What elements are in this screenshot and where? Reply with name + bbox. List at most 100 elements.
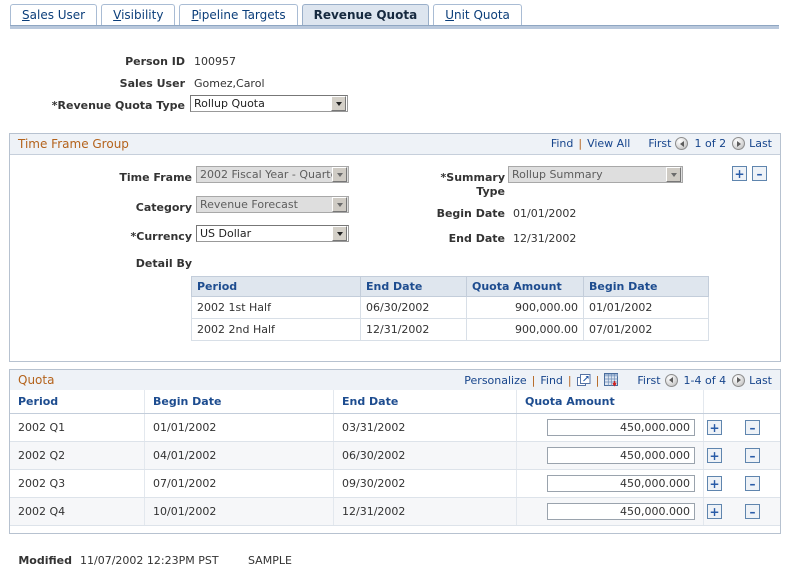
quota-last-link[interactable]: Last (749, 374, 772, 387)
quota-panel-header: Quota Personalize | Find | | First 1-4 o… (10, 370, 780, 391)
tab-sales-user[interactable]: Sales User (10, 4, 98, 26)
quota-cell-period: 2002 Q3 (10, 469, 145, 498)
modified-label: Modified (18, 554, 72, 567)
quota-cell-end-date: 03/31/2002 (333, 413, 517, 442)
quota-first-link[interactable]: First (637, 374, 660, 387)
quota-cell-add: + (703, 469, 742, 498)
plus-icon: + (709, 420, 720, 435)
table-row: 2002 Q4 10/01/2002 12/31/2002 + – (10, 497, 780, 526)
table-row: 2002 1st Half 06/30/2002 900,000.00 01/0… (191, 296, 709, 319)
time-frame-view-all-link[interactable]: View All (587, 137, 630, 150)
detail-cell-period: 2002 1st Half (191, 296, 361, 319)
tab-revenue-quota[interactable]: Revenue Quota (301, 4, 430, 26)
quota-cell-add: + (703, 413, 742, 442)
time-frame-pager: First 1 of 2 Last (648, 137, 772, 150)
quota-cell-delete: – (742, 413, 780, 442)
revenue-quota-type-label: *Revenue Quota Type (51, 99, 185, 112)
quota-cell-quota-amount (516, 469, 704, 498)
tab-unit-quota[interactable]: Unit Quota (433, 4, 522, 26)
table-row: 2002 Q2 04/01/2002 06/30/2002 + – (10, 441, 780, 470)
quota-cell-end-date: 12/31/2002 (333, 497, 517, 526)
delete-quota-row-button[interactable]: – (745, 476, 760, 491)
summary-type-select[interactable]: Rollup Summary (508, 166, 683, 183)
minus-icon: – (749, 420, 756, 435)
chevron-down-icon[interactable] (331, 96, 346, 111)
revenue-quota-type-value: Rollup Quota (194, 97, 265, 110)
time-frame-group-header: Time Frame Group Find | View All First 1… (10, 134, 780, 155)
delete-quota-row-button[interactable]: – (745, 448, 760, 463)
sales-user-value: Gomez,Carol (194, 77, 265, 90)
toolbar-separator: | (578, 137, 583, 150)
tab-visibility-label: isibility (121, 8, 164, 22)
time-frame-last-link[interactable]: Last (749, 137, 772, 150)
delete-time-frame-group-button[interactable]: – (752, 166, 767, 181)
expand-window-icon[interactable] (576, 373, 591, 387)
tab-sales-user-label: ales User (29, 8, 86, 22)
minus-icon: – (749, 504, 756, 519)
time-frame-select[interactable]: 2002 Fiscal Year - Quarterly (196, 166, 349, 183)
add-quota-row-button[interactable]: + (707, 504, 722, 519)
time-frame-group-toolbar: Find | View All First 1 of 2 Last (551, 137, 772, 150)
tab-unit-quota-accel: U (445, 8, 454, 22)
detail-by-label: Detail By (135, 257, 192, 270)
begin-date-label: Begin Date (436, 207, 505, 220)
download-spreadsheet-icon[interactable] (604, 373, 619, 387)
quota-counter: 1-4 of 4 (683, 373, 727, 387)
quota-find-link[interactable]: Find (540, 374, 563, 387)
currency-select[interactable]: US Dollar (196, 225, 349, 242)
quota-cell-period: 2002 Q4 (10, 497, 145, 526)
quota-cell-begin-date: 01/01/2002 (144, 413, 334, 442)
quota-amount-input[interactable] (547, 503, 695, 520)
quota-cell-end-date: 09/30/2002 (333, 469, 517, 498)
time-frame-label: Time Frame (119, 171, 192, 184)
quota-amount-input[interactable] (547, 447, 695, 464)
quota-cell-add: + (703, 441, 742, 470)
chevron-down-icon[interactable] (666, 167, 681, 182)
plus-icon: + (709, 504, 720, 519)
add-time-frame-group-button[interactable]: + (732, 166, 747, 181)
delete-quota-row-button[interactable]: – (745, 420, 760, 435)
add-quota-row-button[interactable]: + (707, 420, 722, 435)
time-frame-group-panel: Time Frame Group Find | View All First 1… (9, 133, 781, 362)
quota-cell-begin-date: 10/01/2002 (144, 497, 334, 526)
person-id-row: Person ID 100957 (0, 50, 789, 72)
detail-by-col-end-date: End Date (360, 276, 467, 297)
quota-amount-input[interactable] (547, 475, 695, 492)
add-quota-row-button[interactable]: + (707, 448, 722, 463)
tab-visibility[interactable]: Visibility (101, 4, 176, 26)
chevron-down-icon[interactable] (332, 226, 347, 241)
quota-personalize-link[interactable]: Personalize (464, 374, 526, 387)
currency-value: US Dollar (200, 227, 252, 240)
tab-bar: Sales User Visibility Pipeline Targets R… (0, 0, 789, 30)
chevron-down-icon[interactable] (332, 167, 347, 182)
currency-label: *Currency (130, 230, 193, 243)
previous-arrow-icon[interactable] (675, 137, 689, 150)
quota-cell-delete: – (742, 469, 780, 498)
tab-pipeline-targets[interactable]: Pipeline Targets (179, 4, 298, 26)
time-frame-find-link[interactable]: Find (551, 137, 574, 150)
previous-arrow-icon[interactable] (664, 373, 678, 387)
quota-col-add (703, 390, 742, 414)
next-arrow-icon[interactable] (732, 373, 746, 387)
tab-pipeline-targets-label: ipeline Targets (198, 8, 286, 22)
chevron-down-icon[interactable] (332, 197, 347, 212)
next-arrow-icon[interactable] (732, 137, 746, 150)
delete-quota-row-button[interactable]: – (745, 504, 760, 519)
time-frame-first-link[interactable]: First (648, 137, 671, 150)
tab-unit-quota-label: nit Quota (453, 8, 510, 22)
revenue-quota-type-row: *Revenue Quota Type Rollup Quota (0, 94, 789, 118)
tab-sales-user-accel: S (22, 8, 30, 22)
quota-amount-input[interactable] (547, 419, 695, 436)
quota-col-quota-amount: Quota Amount (516, 390, 704, 414)
plus-icon: + (709, 448, 720, 463)
quota-pager: First 1-4 of 4 Last (637, 373, 772, 387)
table-row: 2002 2nd Half 12/31/2002 900,000.00 07/0… (191, 318, 709, 341)
quota-cell-quota-amount (516, 497, 704, 526)
add-quota-row-button[interactable]: + (707, 476, 722, 491)
quota-col-delete (742, 390, 780, 414)
category-select[interactable]: Revenue Forecast (196, 196, 349, 213)
end-date-value: 12/31/2002 (513, 232, 577, 245)
revenue-quota-type-select[interactable]: Rollup Quota (190, 95, 348, 112)
detail-cell-end-date: 12/31/2002 (360, 318, 467, 341)
table-row: 2002 Q1 01/01/2002 03/31/2002 + – (10, 413, 780, 442)
